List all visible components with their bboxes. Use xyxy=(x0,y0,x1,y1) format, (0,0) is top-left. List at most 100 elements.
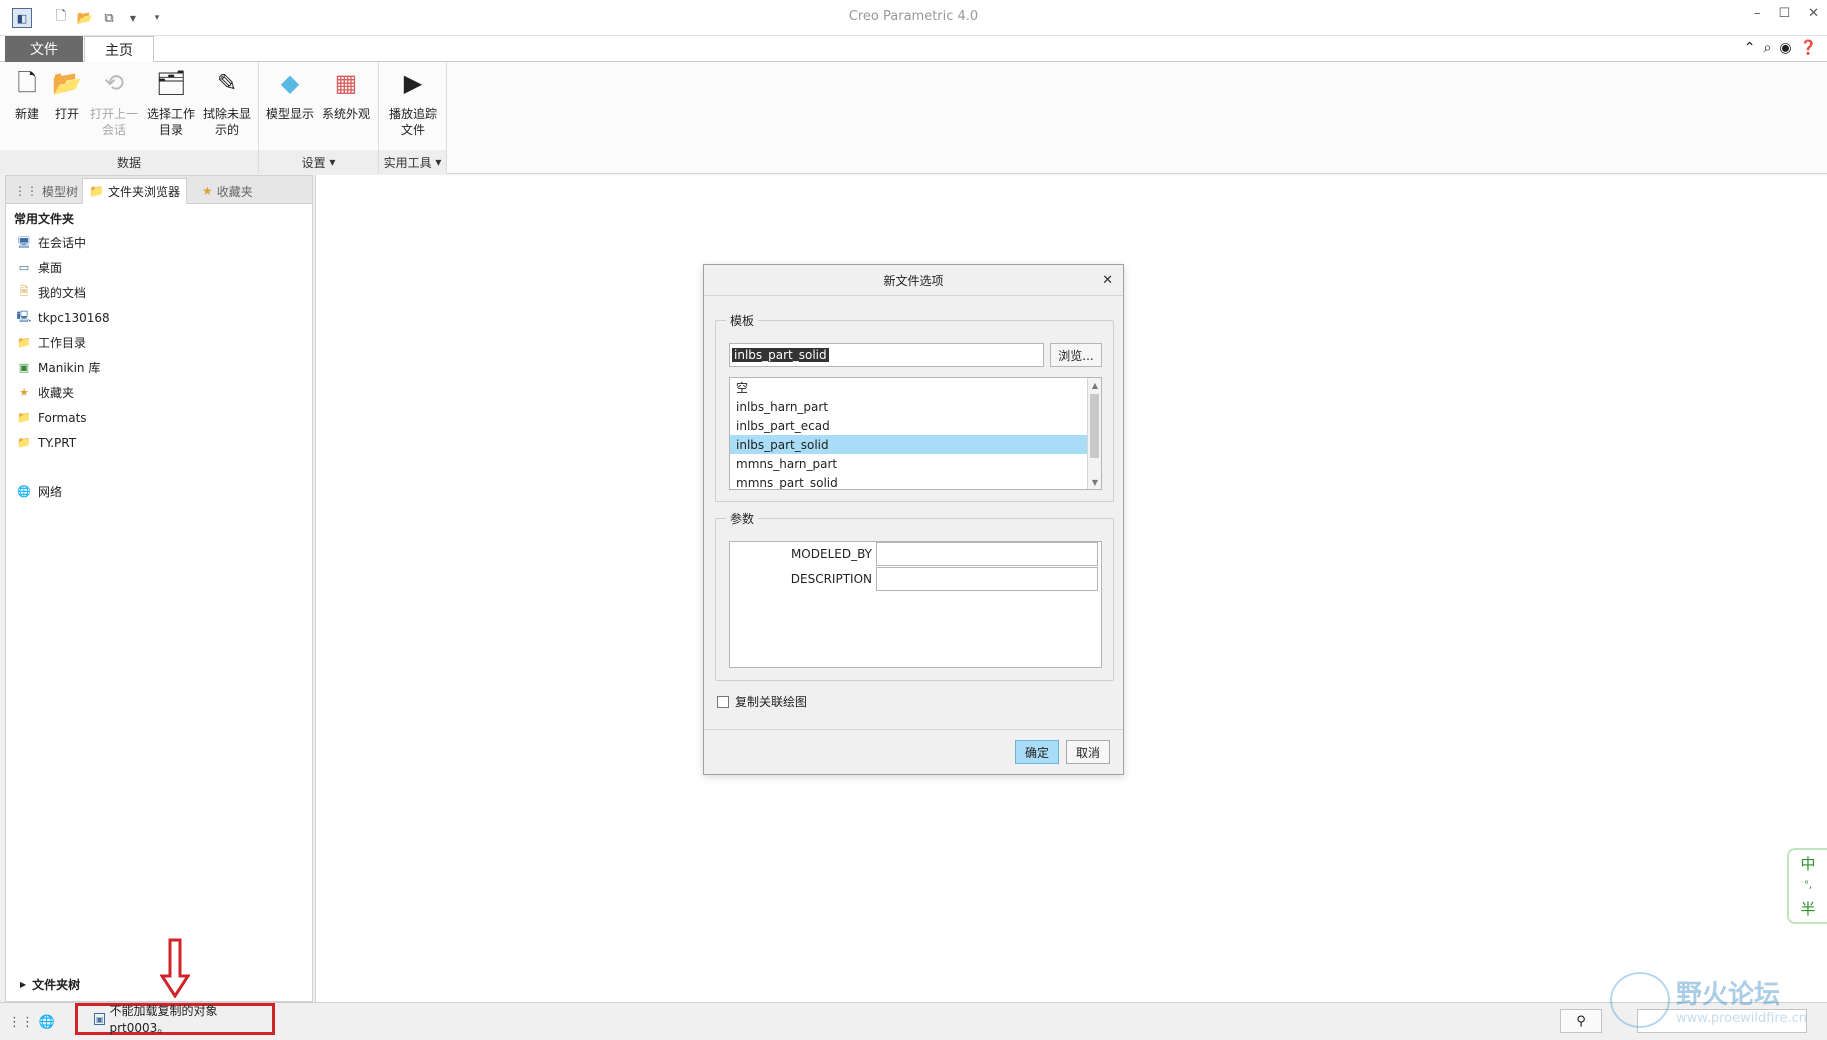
navigator-tabs: ⋮⋮ 模型树 📁 文件夹浏览器 ★ 收藏夹 xyxy=(6,176,312,204)
scroll-thumb[interactable] xyxy=(1090,394,1099,458)
browser-toggle-icon[interactable]: 🌐 xyxy=(38,1013,56,1031)
open-last-session-icon: ⟲ xyxy=(103,69,125,97)
parameters-group: 参数 MODELED_BY DESCRIPTION xyxy=(715,510,1114,681)
watermark-url: www.proewildfire.cn xyxy=(1676,1011,1807,1026)
title-bar: ◧ 🗋 📂 ⧉ ▼ ▾ Creo Parametric 4.0 – ☐ ✕ xyxy=(0,0,1827,36)
folder-list: 🖥 在会话中 ▭ 桌面 🗎 我的文档 🖳 tkpc130168 📁 工作目录 ▣ Manik… xyxy=(16,230,306,504)
grid-toggle-icon[interactable]: ⋮⋮ xyxy=(8,1013,34,1031)
favorites-tab-icon: ★ xyxy=(202,184,213,198)
ok-button[interactable]: 确定 xyxy=(1015,740,1059,764)
find-button[interactable]: ⚲ xyxy=(1560,1009,1602,1033)
tab-file[interactable]: 文件 xyxy=(5,36,83,62)
navigator-panel: ⋮⋮ 模型树 📁 文件夹浏览器 ★ 收藏夹 常用文件夹 🖥 在会话中 ▭ 桌面 🗎 我… xyxy=(5,175,313,1002)
list-item[interactable]: 空 xyxy=(730,378,1101,397)
folder-icon: 📁 xyxy=(17,436,31,449)
copy-drawing-option[interactable]: 复制关联绘图 xyxy=(717,693,807,710)
tab-folder-browser[interactable]: 📁 文件夹浏览器 xyxy=(82,178,187,204)
folder-tree-toggle[interactable]: ▶ 文件夹树 xyxy=(20,976,80,993)
param-name: DESCRIPTION xyxy=(790,572,872,586)
ime-indicator[interactable]: 中 °, 半 xyxy=(1787,848,1827,924)
ribbon-tabs: 文件 主页 ⌃ ⌕ ◉ ❓ xyxy=(0,36,1827,63)
community-icon[interactable]: ◉ xyxy=(1779,40,1791,56)
folder-item-network[interactable]: 🌐 网络 xyxy=(16,479,306,504)
tab-favorites[interactable]: ★ 收藏夹 xyxy=(196,178,259,204)
close-icon[interactable]: ✕ xyxy=(1808,6,1819,21)
param-name: MODELED_BY xyxy=(790,547,872,561)
folder-item-formats[interactable]: 📁 Formats xyxy=(16,405,306,430)
open-button[interactable]: 📂 打开 xyxy=(42,66,92,122)
collapse-ribbon-icon[interactable]: ⌃ xyxy=(1744,40,1756,56)
ribbon: 🗋 新建 📂 打开 ⟲ 打开上一会话 🗂 选择工作目录 ✎ 拭除未显示的 数据 … xyxy=(0,62,1827,174)
cancel-button[interactable]: 取消 xyxy=(1066,740,1110,764)
folder-item-favorites[interactable]: ★ 收藏夹 xyxy=(16,380,306,405)
folder-item-ty-prt[interactable]: 📁 TY.PRT xyxy=(16,430,306,455)
param-value-field[interactable] xyxy=(876,542,1098,566)
template-group: 模板 inlbs_part_solid 浏览... 空 inlbs_harn_p… xyxy=(715,312,1114,502)
browse-button[interactable]: 浏览... xyxy=(1050,343,1102,367)
network-icon: 🌐 xyxy=(17,485,31,498)
window-title: Creo Parametric 4.0 xyxy=(848,9,979,24)
template-list[interactable]: 空 inlbs_harn_part inlbs_part_ecad inlbs_… xyxy=(729,377,1102,490)
scroll-down-icon[interactable]: ▼ xyxy=(1088,475,1101,489)
open-last-session-button[interactable]: ⟲ 打开上一会话 xyxy=(89,66,139,138)
scroll-up-icon[interactable]: ▲ xyxy=(1088,378,1101,392)
desktop-icon: ▭ xyxy=(18,261,30,274)
erase-not-displayed-button[interactable]: ✎ 拭除未显示的 xyxy=(202,66,252,138)
watermark-text: 野火论坛 xyxy=(1676,980,1781,1010)
play-trail-icon: ▶ xyxy=(403,69,423,97)
new-file-icon: 🗋 xyxy=(17,69,37,97)
search-icon[interactable]: ⌕ xyxy=(1764,40,1772,56)
system-appearance-button[interactable]: ▦ 系统外观 xyxy=(321,66,371,122)
select-workdir-icon: 🗂 xyxy=(155,69,187,97)
group-label-data: 数据 xyxy=(0,150,258,174)
model-tree-icon: ⋮⋮ xyxy=(14,184,38,198)
tab-model-tree[interactable]: ⋮⋮ 模型树 xyxy=(8,178,84,204)
folder-item-desktop[interactable]: ▭ 桌面 xyxy=(16,255,306,280)
tab-home[interactable]: 主页 xyxy=(84,36,154,63)
erase-not-displayed-icon: ✎ xyxy=(216,69,238,97)
dialog-title: 新文件选项 xyxy=(883,273,944,288)
manikin-library-icon: ▣ xyxy=(18,361,30,374)
dialog-footer: 确定 取消 xyxy=(704,729,1123,774)
select-workdir-button[interactable]: 🗂 选择工作目录 xyxy=(146,66,196,138)
maximize-icon[interactable]: ☐ xyxy=(1778,6,1790,21)
model-display-button[interactable]: ◆ 模型显示 xyxy=(265,66,315,122)
folder-item-manikin[interactable]: ▣ Manikin 库 xyxy=(16,355,306,380)
dialog-close-icon[interactable]: ✕ xyxy=(1102,273,1113,288)
template-legend: 模板 xyxy=(726,312,759,329)
ribbon-group-settings: ◆ 模型显示 ▦ 系统外观 设置 ▾ xyxy=(259,62,379,174)
status-bar: ⋮⋮ 🌐 ▣ 不能加载复制的对象 prt0003。 ⚲ xyxy=(0,1002,1827,1040)
folder-icon: 📁 xyxy=(17,411,31,424)
template-input[interactable]: inlbs_part_solid xyxy=(729,343,1044,367)
list-item[interactable]: mmns_harn_part xyxy=(730,454,1101,473)
folder-item-computer[interactable]: 🖳 tkpc130168 xyxy=(16,305,306,330)
list-scrollbar[interactable]: ▲ ▼ xyxy=(1087,378,1101,489)
list-item-selected[interactable]: inlbs_part_solid xyxy=(730,435,1101,454)
watermark: 野火论坛 www.proewildfire.cn xyxy=(1610,972,1807,1028)
folder-item-working-dir[interactable]: 📁 工作目录 xyxy=(16,330,306,355)
copy-drawing-checkbox[interactable] xyxy=(717,695,729,708)
watermark-logo-icon xyxy=(1610,972,1671,1028)
group-label-utilities[interactable]: 实用工具 ▾ xyxy=(379,150,446,174)
my-documents-icon: 🗎 xyxy=(19,285,29,298)
ribbon-group-data: 🗋 新建 📂 打开 ⟲ 打开上一会话 🗂 选择工作目录 ✎ 拭除未显示的 数据 xyxy=(0,62,259,174)
list-item[interactable]: inlbs_part_ecad xyxy=(730,416,1101,435)
help-icon[interactable]: ❓ xyxy=(1800,40,1817,56)
common-folders-header: 常用文件夹 xyxy=(14,212,75,226)
system-appearance-icon: ▦ xyxy=(334,69,358,97)
group-label-settings[interactable]: 设置 ▾ xyxy=(259,150,378,174)
minimize-icon[interactable]: – xyxy=(1754,6,1761,21)
folder-item-in-session[interactable]: 🖥 在会话中 xyxy=(16,230,306,255)
list-item[interactable]: mmns_part_solid xyxy=(730,473,1101,490)
folder-item-my-documents[interactable]: 🗎 我的文档 xyxy=(16,280,306,305)
computer-icon: 🖳 xyxy=(16,310,32,323)
ribbon-group-utilities: ▶ 播放追踪文件 实用工具 ▾ xyxy=(379,62,447,174)
param-value-field[interactable] xyxy=(876,567,1098,591)
window-controls: – ☐ ✕ xyxy=(1754,6,1819,21)
status-message: ▣ 不能加载复制的对象 prt0003。 xyxy=(75,1003,275,1035)
working-dir-icon: 📁 xyxy=(17,336,31,349)
param-row: MODELED_BY xyxy=(730,542,1101,566)
list-item[interactable]: inlbs_harn_part xyxy=(730,397,1101,416)
annotation-arrow xyxy=(160,938,190,998)
play-trail-button[interactable]: ▶ 播放追踪文件 xyxy=(388,66,438,138)
